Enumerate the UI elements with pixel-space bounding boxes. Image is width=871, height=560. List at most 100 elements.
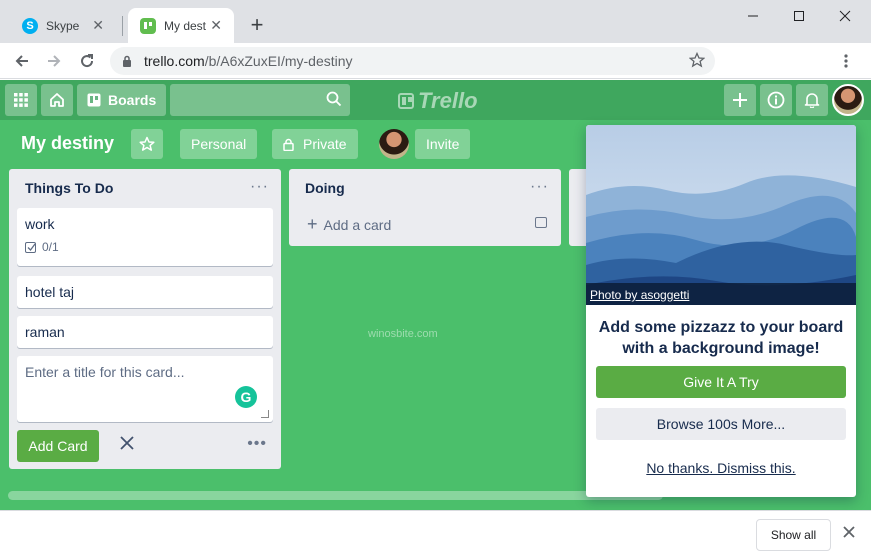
list-title[interactable]: Doing [305, 180, 345, 196]
photo-credit-link[interactable]: Photo by asoggetti [590, 288, 689, 302]
create-button[interactable] [724, 84, 756, 116]
star-board-button[interactable] [131, 129, 163, 159]
boards-button[interactable]: Boards [77, 84, 167, 116]
user-avatar[interactable] [832, 84, 864, 116]
search-input[interactable] [170, 84, 350, 116]
trello-icon [140, 17, 156, 34]
lock-icon [122, 55, 134, 67]
visibility-label: Private [303, 136, 347, 152]
card-work[interactable]: work 0/1 [17, 208, 273, 266]
member-avatar[interactable] [379, 129, 409, 159]
url-host: trello.com [144, 53, 205, 69]
home-button[interactable] [41, 84, 73, 116]
resize-handle[interactable] [261, 410, 269, 418]
skype-icon: S [22, 17, 38, 34]
card-title-textarea[interactable]: Enter a title for this card... G [17, 356, 273, 422]
logo-text: Trello [418, 88, 478, 113]
give-it-a-try-button[interactable]: Give It A Try [596, 366, 846, 398]
list-doing: Doing ··· + Add a card [289, 169, 561, 246]
horizontal-scrollbar[interactable] [8, 491, 663, 500]
tab-title: Skype [46, 18, 80, 33]
address-bar[interactable]: trello.com/b/A6xZuxEI/my-destiny [110, 47, 715, 75]
star-icon [139, 136, 155, 151]
boards-label: Boards [108, 92, 157, 108]
card-title: work [25, 216, 55, 232]
trello-logo-icon [398, 93, 414, 109]
team-button[interactable]: Personal [180, 129, 258, 159]
maximize-button[interactable] [776, 4, 822, 28]
card-title: raman [25, 324, 65, 340]
apps-button[interactable] [5, 84, 37, 116]
close-download-bar-button[interactable] [843, 525, 855, 543]
card-template-icon[interactable] [535, 217, 547, 228]
browser-menu-button[interactable] [836, 49, 856, 73]
plus-icon [733, 93, 747, 107]
maximize-icon [794, 11, 804, 21]
tab-my-destiny[interactable]: My destiny ✕ [128, 8, 234, 43]
mountain-photo: Photo by asoggetti [586, 125, 856, 305]
bookmark-star-icon[interactable] [688, 51, 706, 71]
url-path: /b/A6xZuxEI/my-destiny [204, 53, 353, 69]
boards-icon [87, 93, 101, 107]
close-icon [120, 436, 134, 450]
close-window-button[interactable] [822, 4, 868, 28]
close-tab-icon[interactable]: ✕ [92, 17, 104, 34]
invite-button[interactable]: Invite [415, 129, 471, 159]
close-tab-icon[interactable]: ✕ [210, 17, 222, 34]
download-bar: Show all [0, 510, 871, 560]
list-menu-button[interactable]: ··· [250, 178, 269, 196]
checklist-count: 0/1 [42, 240, 59, 254]
add-card-button[interactable]: Add Card [17, 430, 99, 462]
trello-logo[interactable]: Trello [398, 88, 478, 114]
search-icon [326, 91, 342, 107]
browse-backgrounds-button[interactable]: Browse 100s More... [596, 408, 846, 440]
add-a-card-link[interactable]: + Add a card [307, 214, 391, 235]
tab-title: My destiny [164, 18, 207, 33]
reload-button[interactable] [75, 49, 99, 73]
close-icon [843, 526, 855, 538]
show-all-button[interactable]: Show all [756, 519, 831, 551]
minimize-button[interactable] [730, 4, 776, 28]
reload-icon [81, 54, 94, 68]
forward-arrow-icon [48, 55, 61, 67]
new-tab-button[interactable]: + [246, 12, 268, 38]
watermark: winosbite.com [368, 328, 438, 340]
list-menu-button[interactable]: ··· [530, 178, 549, 196]
trello-header: Boards Trello [0, 80, 871, 120]
tab-skype[interactable]: S Skype ✕ [10, 8, 116, 43]
checklist-badge: 0/1 [25, 240, 265, 254]
composer-options-button[interactable]: ••• [247, 435, 267, 453]
list-things-to-do: Things To Do ··· work 0/1 hotel taj rama… [9, 169, 281, 469]
tab-divider [122, 16, 123, 36]
composer-placeholder: Enter a title for this card... [25, 364, 185, 380]
notifications-button[interactable] [796, 84, 828, 116]
add-card-label: Add a card [323, 216, 392, 233]
back-button[interactable] [10, 49, 34, 73]
close-icon [839, 10, 851, 22]
background-promo-popup: Photo by asoggetti Add some pizzazz to y… [586, 125, 856, 497]
card-title: hotel taj [25, 284, 75, 300]
browser-toolbar: trello.com/b/A6xZuxEI/my-destiny [0, 43, 871, 79]
checklist-icon [25, 241, 36, 253]
lock-icon [283, 138, 294, 151]
minimize-icon [748, 15, 758, 17]
plus-icon: + [307, 214, 318, 234]
dismiss-link[interactable]: No thanks. Dismiss this. [596, 460, 846, 476]
back-arrow-icon [15, 55, 28, 67]
grid-icon [14, 93, 28, 107]
forward-button[interactable] [42, 49, 66, 73]
browser-tab-strip: S Skype ✕ My destiny ✕ + [0, 0, 871, 43]
card-raman[interactable]: raman [17, 316, 273, 348]
home-icon [50, 93, 64, 107]
grammarly-icon[interactable]: G [235, 386, 257, 408]
visibility-button[interactable]: Private [272, 129, 358, 159]
popup-heading: Add some pizzazz to your board with a ba… [598, 319, 844, 357]
list-title[interactable]: Things To Do [25, 180, 113, 196]
cancel-composer-button[interactable] [119, 431, 135, 457]
info-icon [767, 91, 785, 109]
board-title[interactable]: My destiny [21, 133, 114, 154]
kebab-menu-icon [844, 54, 848, 68]
bell-icon [804, 93, 820, 108]
card-hotel-taj[interactable]: hotel taj [17, 276, 273, 308]
info-button[interactable] [760, 84, 792, 116]
